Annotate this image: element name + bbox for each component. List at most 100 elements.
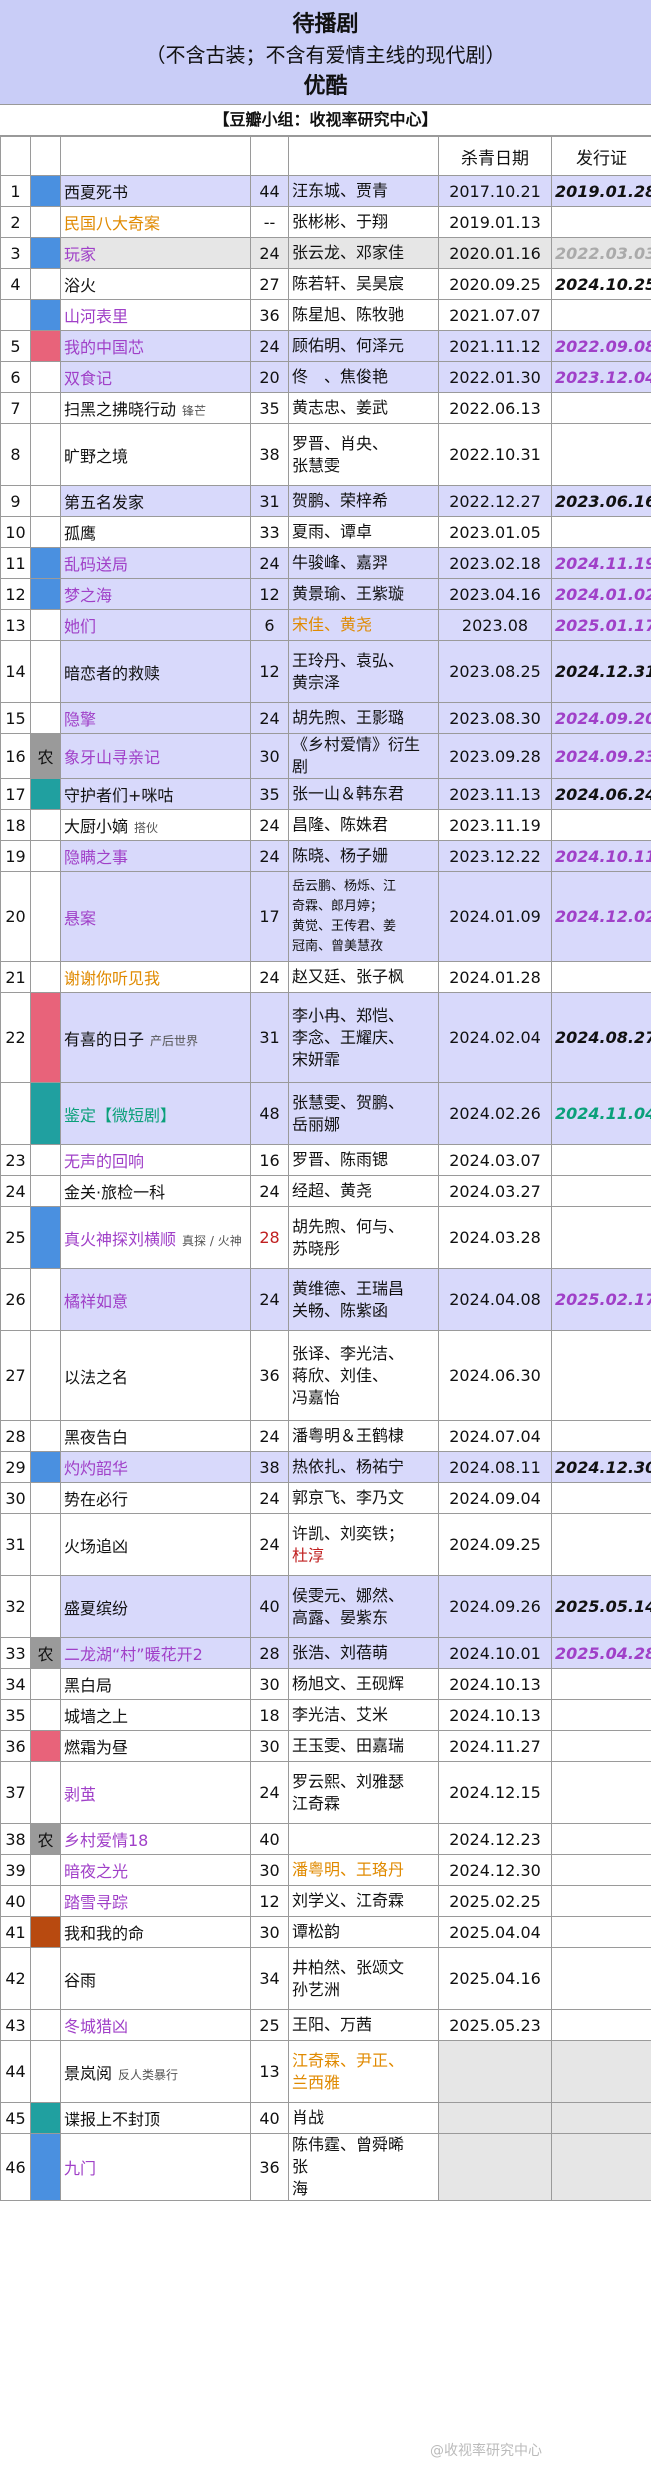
title-text: 旷野之境 xyxy=(64,446,129,466)
row-number: 19 xyxy=(0,840,31,872)
cast: 经超、黄尧 xyxy=(288,1175,439,1207)
drama-title: 势在必行 xyxy=(60,1482,251,1514)
episode-count: 24 xyxy=(250,1420,289,1452)
title-text: 鉴定【微短剧】 xyxy=(64,1105,177,1125)
cast: 胡先煦、王影璐 xyxy=(288,702,439,734)
row-color-mark xyxy=(30,516,61,548)
table-row: 39 暗夜之光 30 潘粤明、王珞丹 2024.12.30 xyxy=(0,1854,651,1886)
row-color-mark xyxy=(30,1916,61,1948)
cast-line: 苏晓彤 xyxy=(292,1238,341,1258)
cast-line: 岳云鹏、杨烁、江 xyxy=(292,878,397,894)
license-date: 2024.09.20 xyxy=(551,702,651,734)
row-color-mark xyxy=(30,1175,61,1207)
table-row: 46 九门 36 陈伟霆、曾舜晞张海 xyxy=(0,2133,651,2201)
drama-title: 我的中国芯 xyxy=(60,330,251,362)
drama-title: 踏雪寻踪 xyxy=(60,1885,251,1917)
title-text: 以法之名 xyxy=(64,1367,129,1387)
table-row: 23 无声的回响 16 罗晋、陈雨锶 2024.03.07 xyxy=(0,1144,651,1176)
row-color-mark xyxy=(30,1206,61,1269)
wrap-date: 2023.01.05 xyxy=(438,516,552,548)
episode-count: 33 xyxy=(250,516,289,548)
table-row: 8 旷野之境 38 罗晋、肖央、 张慧雯 2022.10.31 xyxy=(0,423,651,486)
episode-count: 30 xyxy=(250,1916,289,1948)
cast: 李光洁、艾米 xyxy=(288,1699,439,1731)
row-number: 16 xyxy=(0,733,31,779)
row-number: 15 xyxy=(0,702,31,734)
title-text: 灼灼韶华 xyxy=(64,1459,129,1478)
wrap-date: 2024.03.27 xyxy=(438,1175,552,1207)
cast xyxy=(288,1823,439,1855)
drama-title: 谷雨 xyxy=(60,1947,251,2010)
title-text: 双食记 xyxy=(64,369,113,388)
row-number: 24 xyxy=(0,1175,31,1207)
cast-line: 海 xyxy=(292,2179,309,2198)
row-color-mark xyxy=(30,1699,61,1731)
row-color-mark xyxy=(30,961,61,993)
title-text: 山河表里 xyxy=(64,307,129,326)
wrap-date xyxy=(438,2040,552,2103)
episode-count: 24 xyxy=(250,330,289,362)
row-color-mark xyxy=(30,992,61,1083)
title-text: 有喜的日子 xyxy=(64,1029,145,1049)
row-number xyxy=(0,299,31,331)
row-number: 34 xyxy=(0,1668,31,1700)
cast: 顾佑明、何泽元 xyxy=(288,330,439,362)
row-number: 43 xyxy=(0,2009,31,2041)
episode-count: 24 xyxy=(250,809,289,841)
drama-title: 金关·旅检一科 xyxy=(60,1175,251,1207)
wrap-date: 2024.01.28 xyxy=(438,961,552,993)
title-text: 西夏死书 xyxy=(64,183,129,202)
drama-title: 以法之名 xyxy=(60,1330,251,1421)
cast: 胡先煦、何与、 苏晓彤 xyxy=(288,1206,439,1269)
title-text: 象牙山寻亲记 xyxy=(64,748,161,767)
row-color-mark xyxy=(30,299,61,331)
wrap-date: 2021.07.07 xyxy=(438,299,552,331)
title-text: 大厨小嫡 xyxy=(64,817,129,836)
episode-count: 34 xyxy=(250,1947,289,2010)
cast-line: 黄志忠、姜武 xyxy=(292,398,389,417)
cast-line: 李光洁、艾米 xyxy=(292,1705,389,1724)
wrap-date-header: 杀青日期 xyxy=(438,136,552,176)
cast-line: 刘学义、江奇霖 xyxy=(292,1891,405,1910)
license-date xyxy=(551,1144,651,1176)
title-text: 燃霜为昼 xyxy=(64,1738,129,1757)
title-tag: 反人类暴行 xyxy=(118,2067,179,2082)
episode-count: 17 xyxy=(250,871,289,962)
row-number xyxy=(0,1082,31,1145)
wrap-date: 2024.12.23 xyxy=(438,1823,552,1855)
license-date: 2024.12.30 xyxy=(551,1451,651,1483)
row-color-mark xyxy=(30,2040,61,2103)
title-text: 谷雨 xyxy=(64,1970,97,1990)
table-row: 41 我和我的命 30 谭松韵 2025.04.04 xyxy=(0,1916,651,1948)
episode-count: 12 xyxy=(250,1885,289,1917)
wrap-date: 2024.09.04 xyxy=(438,1482,552,1514)
drama-title: 扫黑之拂晓行动 锋芒 xyxy=(60,392,251,424)
table-row: 16 农象牙山寻亲记 30 《乡村爱情》衍生剧 2023.09.28 2024.09.23 xyxy=(0,733,651,779)
license-header: 发行证 xyxy=(551,136,651,176)
cast: 罗晋、肖央、 张慧雯 xyxy=(288,423,439,486)
license-date xyxy=(551,2102,651,2134)
row-number: 18 xyxy=(0,809,31,841)
table-row: 24 金关·旅检一科 24 经超、黄尧 2024.03.27 xyxy=(0,1175,651,1207)
drama-title: 二龙湖“村”暖花开2 xyxy=(60,1637,251,1669)
wrap-date: 2024.10.13 xyxy=(438,1668,552,1700)
cast: 张云龙、邓家佳 xyxy=(288,237,439,269)
drama-title: 西夏死书 xyxy=(60,175,251,207)
cast-line: 胡先煦、何与、 xyxy=(292,1216,405,1236)
episode-count: 25 xyxy=(250,2009,289,2041)
cast-line: 高露、晏紫东 xyxy=(292,1607,389,1627)
cast-line: 张慧雯、贺鹏、 xyxy=(292,1092,405,1112)
drama-title: 玩家 xyxy=(60,237,251,269)
wrap-date: 2024.12.30 xyxy=(438,1854,552,1886)
row-number: 25 xyxy=(0,1206,31,1269)
license-date xyxy=(551,961,651,993)
row-number: 26 xyxy=(0,1268,31,1331)
title-text: 火场追凶 xyxy=(64,1536,129,1556)
episode-count: 36 xyxy=(250,299,289,331)
cast-line: 江奇霖 xyxy=(292,1793,341,1813)
cast: 王玉雯、田嘉瑞 xyxy=(288,1730,439,1762)
row-color-mark xyxy=(30,1761,61,1824)
title-tag: 锋芒 xyxy=(182,404,207,418)
wrap-date: 2019.01.13 xyxy=(438,206,552,238)
cast-line: 昌隆、陈姝君 xyxy=(292,815,389,834)
